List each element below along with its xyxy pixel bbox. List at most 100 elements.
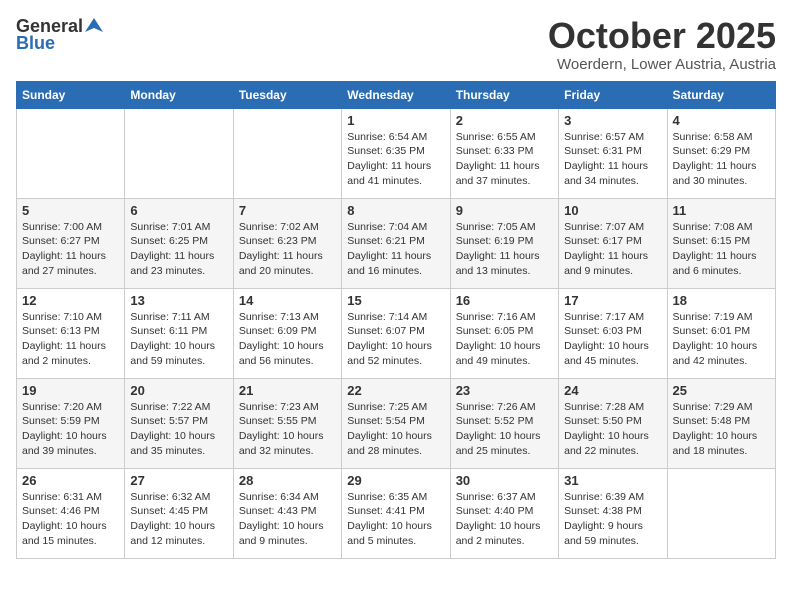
calendar-table: SundayMondayTuesdayWednesdayThursdayFrid… xyxy=(16,81,776,559)
calendar-cell: 14 Sunrise: 7:13 AM Sunset: 6:09 PM Dayli… xyxy=(233,288,341,378)
calendar-cell xyxy=(233,108,341,198)
day-info: Sunrise: 6:55 AM Sunset: 6:33 PM Dayligh… xyxy=(456,130,553,189)
day-number: 6 xyxy=(130,203,227,218)
calendar-cell xyxy=(17,108,125,198)
day-number: 2 xyxy=(456,113,553,128)
weekday-header-wednesday: Wednesday xyxy=(342,81,450,108)
calendar-cell: 30 Sunrise: 6:37 AM Sunset: 4:40 PM Dayli… xyxy=(450,468,558,558)
day-number: 12 xyxy=(22,293,119,308)
calendar-cell: 29 Sunrise: 6:35 AM Sunset: 4:41 PM Dayli… xyxy=(342,468,450,558)
calendar-cell: 18 Sunrise: 7:19 AM Sunset: 6:01 PM Dayli… xyxy=(667,288,775,378)
day-info: Sunrise: 6:57 AM Sunset: 6:31 PM Dayligh… xyxy=(564,130,661,189)
calendar-cell: 22Sunrise: 7:25 AM Sunset: 5:54 PM Dayli… xyxy=(342,378,450,468)
calendar-week-row: 12 Sunrise: 7:10 AM Sunset: 6:13 PM Dayli… xyxy=(17,288,776,378)
day-number: 25 xyxy=(673,383,770,398)
day-number: 18 xyxy=(673,293,770,308)
calendar-week-row: 26 Sunrise: 6:31 AM Sunset: 4:46 PM Dayli… xyxy=(17,468,776,558)
weekday-header-sunday: Sunday xyxy=(17,81,125,108)
day-number: 28 xyxy=(239,473,336,488)
calendar-cell: 17Sunrise: 7:17 AM Sunset: 6:03 PM Dayli… xyxy=(559,288,667,378)
day-info: Sunrise: 7:14 AM Sunset: 6:07 PM Dayligh… xyxy=(347,310,444,369)
calendar-cell: 13Sunrise: 7:11 AM Sunset: 6:11 PM Dayli… xyxy=(125,288,233,378)
day-number: 30 xyxy=(456,473,553,488)
calendar-cell: 20 Sunrise: 7:22 AM Sunset: 5:57 PM Dayli… xyxy=(125,378,233,468)
day-info: Sunrise: 7:02 AM Sunset: 6:23 PM Dayligh… xyxy=(239,220,336,279)
day-info: Sunrise: 7:17 AM Sunset: 6:03 PM Dayligh… xyxy=(564,310,661,369)
day-number: 29 xyxy=(347,473,444,488)
day-number: 10 xyxy=(564,203,661,218)
day-info: Sunrise: 6:58 AM Sunset: 6:29 PM Dayligh… xyxy=(673,130,770,189)
calendar-cell: 9Sunrise: 7:05 AM Sunset: 6:19 PM Daylig… xyxy=(450,198,558,288)
day-number: 16 xyxy=(456,293,553,308)
weekday-header-friday: Friday xyxy=(559,81,667,108)
weekday-header-row: SundayMondayTuesdayWednesdayThursdayFrid… xyxy=(17,81,776,108)
day-number: 26 xyxy=(22,473,119,488)
weekday-header-saturday: Saturday xyxy=(667,81,775,108)
calendar-cell: 1Sunrise: 6:54 AM Sunset: 6:35 PM Daylig… xyxy=(342,108,450,198)
day-info: Sunrise: 7:11 AM Sunset: 6:11 PM Dayligh… xyxy=(130,310,227,369)
day-number: 15 xyxy=(347,293,444,308)
day-info: Sunrise: 7:26 AM Sunset: 5:52 PM Dayligh… xyxy=(456,400,553,459)
day-info: Sunrise: 7:07 AM Sunset: 6:17 PM Dayligh… xyxy=(564,220,661,279)
day-info: Sunrise: 7:04 AM Sunset: 6:21 PM Dayligh… xyxy=(347,220,444,279)
day-number: 23 xyxy=(456,383,553,398)
calendar-cell: 24Sunrise: 7:28 AM Sunset: 5:50 PM Dayli… xyxy=(559,378,667,468)
calendar-week-row: 1Sunrise: 6:54 AM Sunset: 6:35 PM Daylig… xyxy=(17,108,776,198)
calendar-cell: 23 Sunrise: 7:26 AM Sunset: 5:52 PM Dayli… xyxy=(450,378,558,468)
day-info: Sunrise: 7:19 AM Sunset: 6:01 PM Dayligh… xyxy=(673,310,770,369)
calendar-cell: 31Sunrise: 6:39 AM Sunset: 4:38 PM Dayli… xyxy=(559,468,667,558)
calendar-cell: 21 Sunrise: 7:23 AM Sunset: 5:55 PM Dayli… xyxy=(233,378,341,468)
day-number: 14 xyxy=(239,293,336,308)
day-info: Sunrise: 7:08 AM Sunset: 6:15 PM Dayligh… xyxy=(673,220,770,279)
day-info: Sunrise: 7:29 AM Sunset: 5:48 PM Dayligh… xyxy=(673,400,770,459)
day-info: Sunrise: 6:35 AM Sunset: 4:41 PM Dayligh… xyxy=(347,490,444,549)
day-info: Sunrise: 7:20 AM Sunset: 5:59 PM Dayligh… xyxy=(22,400,119,459)
day-number: 1 xyxy=(347,113,444,128)
day-info: Sunrise: 7:25 AM Sunset: 5:54 PM Dayligh… xyxy=(347,400,444,459)
day-number: 19 xyxy=(22,383,119,398)
day-info: Sunrise: 7:01 AM Sunset: 6:25 PM Dayligh… xyxy=(130,220,227,279)
day-number: 20 xyxy=(130,383,227,398)
weekday-header-monday: Monday xyxy=(125,81,233,108)
calendar-cell xyxy=(667,468,775,558)
month-title: October 2025 xyxy=(548,16,776,56)
logo: General Blue xyxy=(16,16,103,54)
logo-bird-icon xyxy=(85,16,103,34)
calendar-cell: 10 Sunrise: 7:07 AM Sunset: 6:17 PM Dayli… xyxy=(559,198,667,288)
day-info: Sunrise: 6:31 AM Sunset: 4:46 PM Dayligh… xyxy=(22,490,119,549)
calendar-cell: 15 Sunrise: 7:14 AM Sunset: 6:07 PM Dayli… xyxy=(342,288,450,378)
day-number: 5 xyxy=(22,203,119,218)
day-info: Sunrise: 7:23 AM Sunset: 5:55 PM Dayligh… xyxy=(239,400,336,459)
day-number: 21 xyxy=(239,383,336,398)
day-info: Sunrise: 7:22 AM Sunset: 5:57 PM Dayligh… xyxy=(130,400,227,459)
calendar-cell: 28Sunrise: 6:34 AM Sunset: 4:43 PM Dayli… xyxy=(233,468,341,558)
calendar-cell: 4Sunrise: 6:58 AM Sunset: 6:29 PM Daylig… xyxy=(667,108,775,198)
day-info: Sunrise: 7:00 AM Sunset: 6:27 PM Dayligh… xyxy=(22,220,119,279)
day-info: Sunrise: 7:05 AM Sunset: 6:19 PM Dayligh… xyxy=(456,220,553,279)
calendar-cell: 25 Sunrise: 7:29 AM Sunset: 5:48 PM Dayli… xyxy=(667,378,775,468)
logo-blue-text: Blue xyxy=(16,33,55,54)
calendar-cell: 3 Sunrise: 6:57 AM Sunset: 6:31 PM Daylig… xyxy=(559,108,667,198)
calendar-cell: 26 Sunrise: 6:31 AM Sunset: 4:46 PM Dayli… xyxy=(17,468,125,558)
day-info: Sunrise: 7:10 AM Sunset: 6:13 PM Dayligh… xyxy=(22,310,119,369)
page-header: General Blue October 2025 Woerdern, Lowe… xyxy=(16,16,776,73)
day-info: Sunrise: 6:37 AM Sunset: 4:40 PM Dayligh… xyxy=(456,490,553,549)
calendar-week-row: 19 Sunrise: 7:20 AM Sunset: 5:59 PM Dayli… xyxy=(17,378,776,468)
day-info: Sunrise: 7:28 AM Sunset: 5:50 PM Dayligh… xyxy=(564,400,661,459)
calendar-cell xyxy=(125,108,233,198)
calendar-cell: 12 Sunrise: 7:10 AM Sunset: 6:13 PM Dayli… xyxy=(17,288,125,378)
day-number: 7 xyxy=(239,203,336,218)
calendar-cell: 5 Sunrise: 7:00 AM Sunset: 6:27 PM Daylig… xyxy=(17,198,125,288)
calendar-cell: 27 Sunrise: 6:32 AM Sunset: 4:45 PM Dayli… xyxy=(125,468,233,558)
day-number: 3 xyxy=(564,113,661,128)
calendar-cell: 2 Sunrise: 6:55 AM Sunset: 6:33 PM Daylig… xyxy=(450,108,558,198)
day-number: 31 xyxy=(564,473,661,488)
day-info: Sunrise: 6:32 AM Sunset: 4:45 PM Dayligh… xyxy=(130,490,227,549)
day-info: Sunrise: 7:13 AM Sunset: 6:09 PM Dayligh… xyxy=(239,310,336,369)
calendar-cell: 16 Sunrise: 7:16 AM Sunset: 6:05 PM Dayli… xyxy=(450,288,558,378)
location-text: Woerdern, Lower Austria, Austria xyxy=(548,56,776,73)
calendar-cell: 11 Sunrise: 7:08 AM Sunset: 6:15 PM Dayli… xyxy=(667,198,775,288)
day-number: 27 xyxy=(130,473,227,488)
day-info: Sunrise: 7:16 AM Sunset: 6:05 PM Dayligh… xyxy=(456,310,553,369)
day-number: 11 xyxy=(673,203,770,218)
